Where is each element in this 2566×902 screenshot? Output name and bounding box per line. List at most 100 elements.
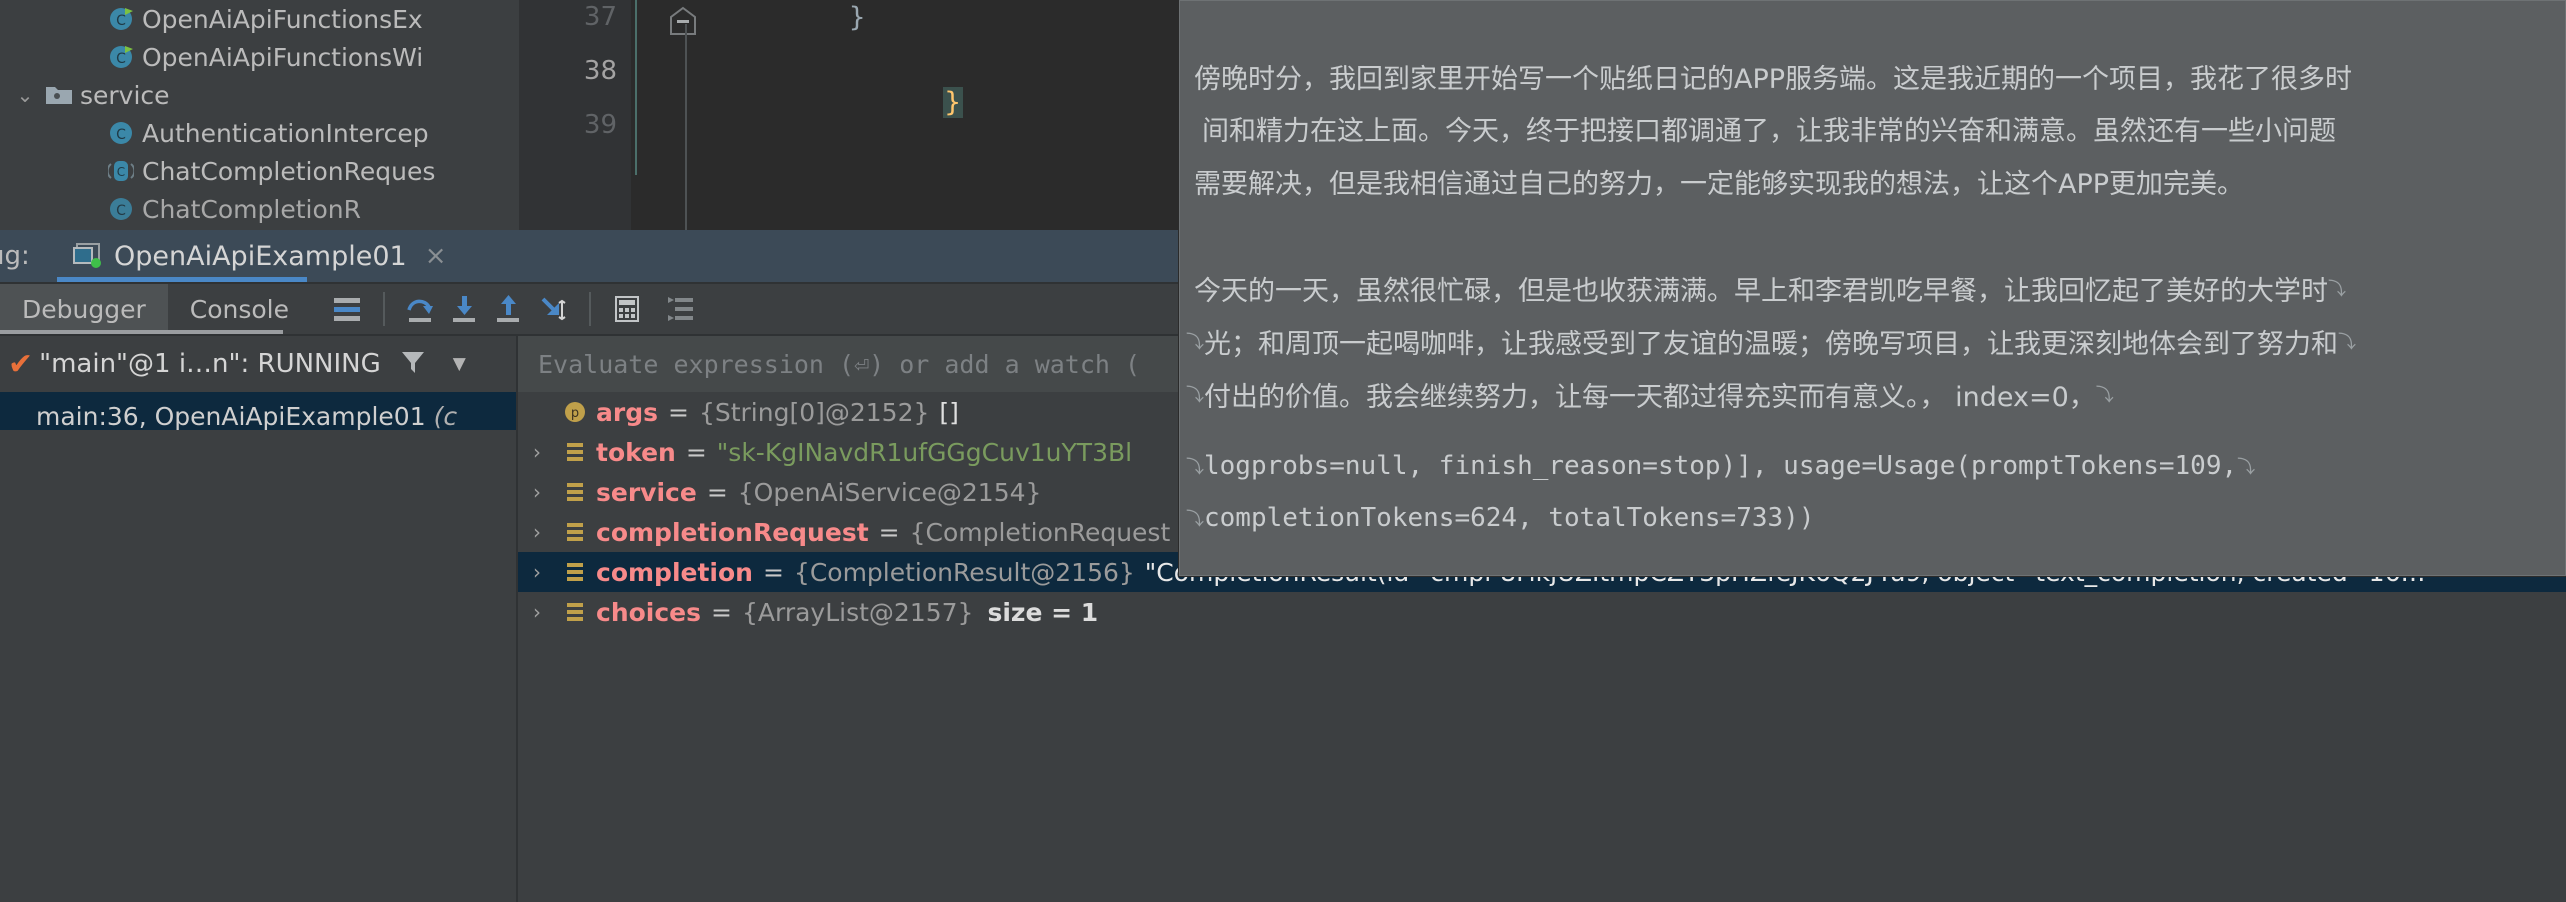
variable-equals: = (878, 517, 900, 547)
tree-item-openaiapifunctionsex[interactable]: C OpenAiApiFunctionsEx (0, 0, 519, 38)
tree-item-label: OpenAiApiFunctionsWi (142, 42, 424, 72)
tree-item-service[interactable]: ⌄ service (0, 76, 519, 114)
variable-equals: = (685, 437, 707, 467)
code-editor[interactable]: 37 38 39 } } (519, 0, 1179, 230)
code-fold-icon[interactable] (665, 6, 701, 44)
java-class-runnable-icon: C (104, 4, 138, 34)
wrap-marker-icon: ⤵ (1186, 385, 1204, 406)
layout-settings-icon[interactable] (325, 287, 369, 331)
expand-arrow[interactable]: › (518, 560, 556, 584)
popup-line-text: 付出的价值。我会继续努力，让每一天都过得充实而有意义。， index=0， (1204, 381, 2096, 413)
step-over-icon[interactable] (399, 287, 443, 331)
wrap-marker-icon: ⤵ (2338, 332, 2356, 353)
line-number: 37 (583, 2, 617, 32)
tree-item-label: OpenAiApiFunctionsEx (142, 4, 423, 34)
popup-text-line: 需要解决，但是我相信通过自己的努力，一定能够实现我的想法，让这个APP更加完美。 (1180, 156, 2565, 206)
stack-frame-method: main:36, OpenAiApiExample01 (36, 401, 426, 431)
local-variable-icon (556, 440, 594, 464)
code-token-brace-37: } (849, 2, 866, 33)
variable-type: {OpenAiService@2154} (737, 477, 1042, 507)
tree-item-chatcompletionrequest[interactable]: C ChatCompletionReques (0, 152, 519, 190)
variable-row-choices[interactable]: › choices = {ArrayList@2157} size = 1 (518, 592, 2566, 632)
debug-window-header: ug: OpenAiApiExample01 × (0, 230, 1179, 283)
expand-arrow[interactable]: › (518, 520, 556, 544)
debug-window-title: ug: (0, 241, 30, 271)
variable-equals: = (711, 597, 732, 627)
evaluate-expression-placeholder: Evaluate expression (⏎) or add a watch ( (538, 349, 1141, 379)
stack-frame-label: main:36, OpenAiApiExample01 (c (0, 402, 457, 431)
wrap-marker-icon: ⤵ (1186, 509, 1204, 530)
java-interface-icon: C (104, 156, 138, 186)
local-variable-icon (556, 600, 594, 624)
chevron-down-icon[interactable]: ▼ (453, 354, 466, 374)
wrap-marker-icon: ⤵ (2237, 457, 2256, 478)
tree-item-label: ChatCompletionR (142, 194, 361, 224)
svg-text:C: C (116, 13, 126, 29)
step-out-icon[interactable] (487, 287, 531, 331)
variable-name: token (596, 437, 676, 467)
expand-arrow[interactable]: › (518, 440, 556, 464)
variable-name: completion (596, 557, 753, 587)
variable-equals: = (762, 557, 784, 587)
run-config-icon (70, 241, 104, 271)
variable-type: {String[0]@2152} (698, 397, 930, 427)
svg-text:C: C (116, 127, 126, 143)
java-class-runnable-icon: C (104, 42, 138, 72)
step-into-icon[interactable] (443, 287, 487, 331)
tree-item-openaiapifunctionswi[interactable]: C OpenAiApiFunctionsWi (0, 38, 519, 76)
close-icon[interactable]: × (425, 241, 447, 271)
expand-arrow[interactable]: › (518, 600, 556, 624)
panel-splitter[interactable] (516, 336, 518, 902)
popup-line-text: completionTokens=624, totalTokens=733)) (1204, 503, 1815, 533)
local-variable-icon (556, 520, 594, 544)
tab-console-label: Console (189, 294, 289, 324)
force-step-into-icon[interactable] (531, 287, 575, 331)
tab-debugger[interactable]: Debugger (0, 284, 168, 334)
wrap-marker-icon: ⤵ (2095, 385, 2114, 406)
wrap-marker-icon: ⤵ (2328, 279, 2346, 300)
line-number: 38 (583, 56, 617, 86)
run-tab-label: OpenAiApiExample01 (114, 240, 407, 272)
chevron-down-icon[interactable]: ⌄ (8, 83, 42, 107)
popup-text-line: ⤵ 光；和周顶一起喝咖啡，让我感受到了友谊的温暖；傍晚写项目，让我更深刻地体会到… (1180, 316, 2565, 366)
local-variable-icon (556, 480, 594, 504)
thread-selector-label: "main"@1 i…n": RUNNING (39, 349, 381, 379)
wrap-marker-icon: ⤵ (1186, 457, 1204, 478)
variable-value: "sk-KgINavdR1ufGGgCuv1uYT3Bl (716, 437, 1133, 467)
tree-item-authenticationinterceptor[interactable]: C AuthenticationIntercep (0, 114, 519, 152)
popup-text-line: 间和精力在这上面。今天，终于把接口都调通了，让我非常的兴奋和满意。虽然还有一些小… (1180, 103, 2565, 153)
idea-debugger-screen: C OpenAiApiFunctionsEx C OpenAiApiFuncti… (0, 0, 2566, 902)
folder-icon (42, 80, 76, 110)
evaluate-expression-icon[interactable] (605, 287, 649, 331)
thread-running-check-icon: ✔ (8, 346, 34, 382)
tree-item-label: ChatCompletionReques (142, 156, 436, 186)
variable-equals: = (706, 477, 728, 507)
variable-value: [] (939, 397, 959, 427)
tab-console[interactable]: Console (168, 284, 311, 334)
popup-line-text: 傍晚时分，我回到家里开始写一个贴纸日记的APP服务端。这是我近期的一个项目，我花… (1194, 63, 2353, 95)
java-class-icon: C (104, 194, 138, 224)
editor-gutter[interactable]: 37 38 39 (519, 0, 631, 230)
editor-vertical-line (685, 24, 687, 230)
value-tooltip-popup[interactable]: 傍晚时分，我回到家里开始写一个贴纸日记的APP服务端。这是我近期的一个项目，我花… (1179, 0, 2566, 576)
run-configuration-tab[interactable]: OpenAiApiExample01 × (62, 230, 455, 282)
mute-breakpoints-icon[interactable] (659, 287, 703, 331)
toolbar-separator (383, 292, 385, 326)
variable-size: size = 1 (987, 597, 1099, 627)
popup-line-text: 间和精力在这上面。今天，终于把接口都调通了，让我非常的兴奋和满意。虽然还有一些小… (1202, 115, 2336, 147)
tree-item-chatcompletionr[interactable]: C ChatCompletionR (0, 190, 519, 228)
svg-text:C: C (116, 203, 126, 219)
variable-type: {CompletionResult@2156} (793, 557, 1135, 587)
filter-icon[interactable] (399, 348, 427, 380)
evaluate-expression-input[interactable]: Evaluate expression (⏎) or add a watch ( (516, 336, 1179, 392)
popup-line-text: 今天的一天，虽然很忙碌，但是也收获满满。早上和李君凯吃早餐，让我回忆起了美好的大… (1194, 275, 2328, 307)
popup-text-line: 今天的一天，虽然很忙碌，但是也收获满满。早上和李君凯吃早餐，让我回忆起了美好的大… (1180, 263, 2565, 313)
variable-type: {ArrayList@2157} (741, 597, 974, 627)
parameter-icon: p (556, 399, 594, 425)
project-tree-panel[interactable]: C OpenAiApiFunctionsEx C OpenAiApiFuncti… (0, 0, 519, 230)
popup-line-text: 光；和周顶一起喝咖啡，让我感受到了友谊的温暖；傍晚写项目，让我更深刻地体会到了努… (1204, 328, 2338, 360)
variable-name: args (596, 397, 658, 427)
indent-guide (635, 0, 637, 175)
expand-arrow[interactable]: › (518, 480, 556, 504)
variable-equals: = (667, 397, 689, 427)
